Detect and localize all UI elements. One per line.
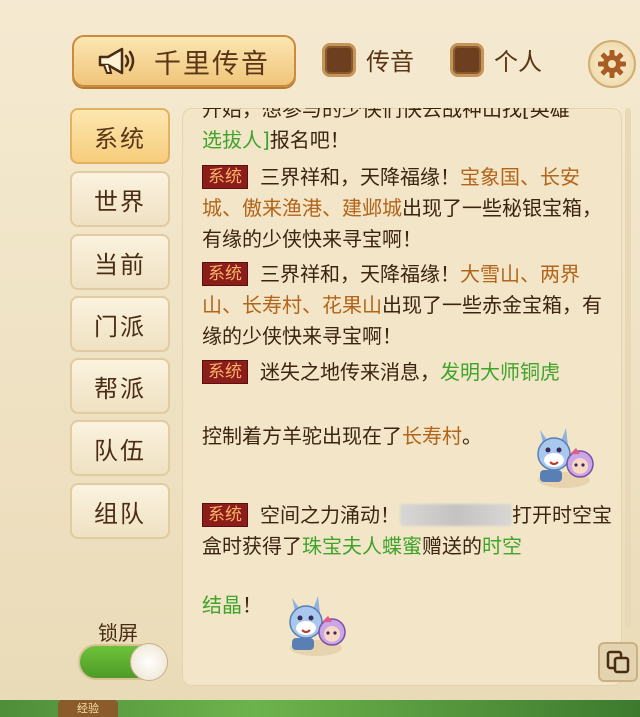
tab-sect[interactable]: 门派 — [70, 296, 170, 352]
chat-message-2: 系统 三界祥和，天降福缘！大雪山、两界山、长寿村、花果山出现了一些赤金宝箱，有缘的… — [202, 259, 614, 352]
npc-link[interactable]: 发明大师铜虎 — [440, 360, 560, 384]
message-text: 控制着方羊驼出现在了 — [202, 424, 402, 448]
emote-icon — [537, 428, 594, 488]
system-tag: 系统 — [202, 503, 248, 527]
message-text: ！ — [242, 593, 262, 617]
chuanyin-filter[interactable]: 传音 — [322, 42, 414, 77]
place-link[interactable]: 长寿村 — [402, 424, 462, 448]
emote-icon — [289, 596, 346, 656]
chat-scrollbar[interactable] — [625, 108, 631, 628]
message-text: 迷失之地传来消息， — [260, 360, 440, 384]
lock-screen-label: 锁屏 — [98, 621, 138, 645]
system-tag: 系统 — [202, 360, 248, 384]
broadcast-label: 千里传音 — [154, 48, 270, 80]
chat-message-0: 开始，想参与的少侠们快去战神山找[英雄 选拔人]报名吧！ — [202, 108, 614, 156]
tab-world[interactable]: 世界 — [70, 171, 170, 227]
system-tag: 系统 — [202, 165, 248, 189]
message-text: 。 — [462, 424, 482, 448]
message-text: 赠送的 — [422, 534, 482, 558]
bottom-bar-item[interactable]: 经验 — [58, 700, 118, 717]
item-link[interactable]: 时空 — [482, 534, 522, 558]
tab-current[interactable]: 当前 — [70, 234, 170, 290]
message-text: 三界祥和，天降福缘！ — [260, 262, 460, 286]
npc-link[interactable]: 珠宝夫人蝶蜜 — [302, 534, 422, 558]
item-link[interactable]: 结晶 — [202, 593, 242, 617]
copy-button[interactable] — [598, 642, 638, 682]
redacted-player-name — [400, 504, 512, 526]
chat-message-4: 系统 空间之力涌动！ 打开时空宝盒时获得了珠宝夫人蝶蜜赠送的时空 — [202, 500, 614, 562]
chuanyin-checkbox[interactable] — [322, 42, 356, 77]
chuanyin-label: 传音 — [366, 48, 414, 76]
system-tag: 系统 — [202, 262, 248, 286]
chat-message-3: 系统 迷失之地传来消息，发明大师铜虎 — [202, 357, 614, 388]
toggle-knob[interactable] — [130, 643, 168, 681]
message-text: 开始，想参与的少侠们快去战神山找[英雄 — [202, 108, 570, 121]
message-text: 报名吧！ — [269, 128, 350, 152]
chat-message-1: 系统 三界祥和，天降福缘！宝象国、长安城、傲来渔港、建邺城出现了一些秘银宝箱，有缘… — [202, 162, 614, 255]
tab-system[interactable]: 系统 — [70, 108, 170, 164]
chat-message-list[interactable]: 开始，想参与的少侠们快去战神山找[英雄 选拔人]报名吧！ 系统 三界祥和，天降福缘… — [182, 108, 622, 686]
copy-icon — [606, 650, 630, 674]
tab-team[interactable]: 队伍 — [70, 420, 170, 476]
gear-icon — [598, 50, 626, 78]
horn-icon — [98, 47, 135, 75]
geren-filter[interactable]: 个人 — [450, 42, 542, 77]
tab-team-up[interactable]: 组队 — [70, 483, 170, 539]
lock-screen-toggle[interactable] — [78, 643, 168, 681]
geren-checkbox[interactable] — [450, 42, 484, 77]
settings-button[interactable] — [588, 40, 636, 88]
event-link[interactable]: 选拔人] — [202, 128, 270, 152]
broadcast-button[interactable]: 千里传音 — [72, 35, 296, 87]
geren-label: 个人 — [494, 48, 542, 76]
chat-message-4-cont: 结晶！ — [202, 590, 614, 621]
tab-guild[interactable]: 帮派 — [70, 358, 170, 414]
message-text: 空间之力涌动！ — [260, 503, 400, 527]
message-text: 三界祥和，天降福缘！ — [260, 165, 460, 189]
